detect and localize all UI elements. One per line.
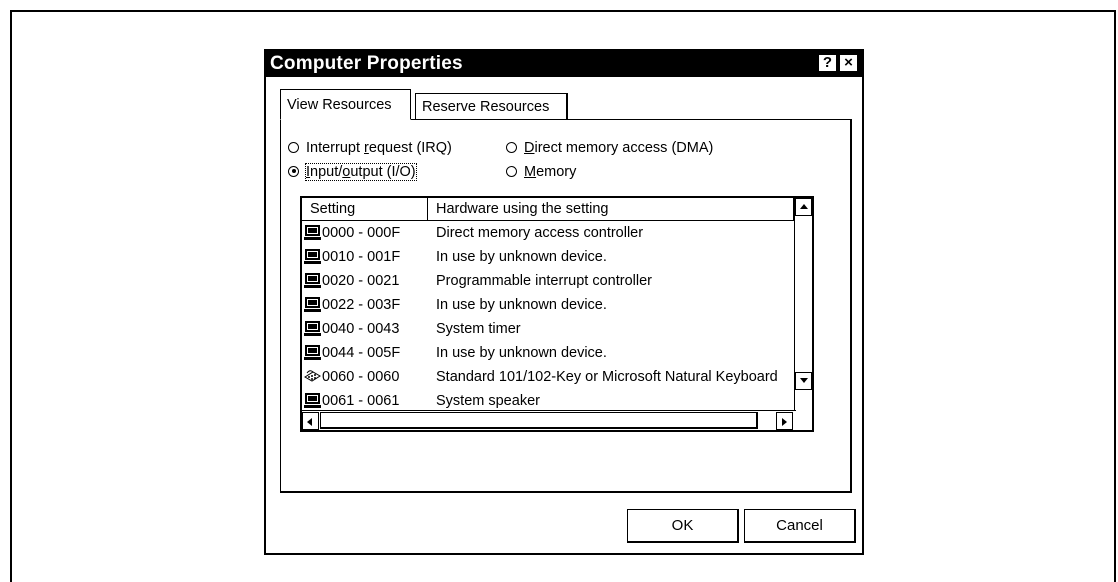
arrow-left-icon [307, 418, 312, 426]
list-item[interactable]: 0020 - 0021 Programmable interrupt contro… [302, 269, 794, 293]
computer-icon [304, 248, 321, 265]
computer-icon [304, 392, 321, 409]
radio-memory[interactable]: Memory [506, 162, 576, 182]
radio-dma[interactable]: Direct memory access (DMA) [506, 138, 713, 158]
hardware-value: In use by unknown device. [436, 297, 607, 313]
computer-icon [304, 272, 321, 289]
arrow-down-icon [800, 378, 808, 383]
horizontal-scrollbar[interactable] [302, 410, 796, 430]
computer-icon [304, 296, 321, 313]
scroll-right-button[interactable] [776, 412, 793, 430]
hardware-value: System timer [436, 321, 521, 337]
hardware-value: In use by unknown device. [436, 249, 607, 265]
radio-memory-indicator[interactable] [506, 165, 517, 177]
setting-value: 0040 - 0043 [322, 321, 400, 337]
tab-reserve-resources[interactable]: Reserve Resources [415, 93, 568, 119]
list-item[interactable]: 0060 - 0060 Standard 101/102-Key or Micro… [302, 365, 794, 389]
setting-value: 0060 - 0060 [322, 369, 400, 385]
hardware-value: System speaker [436, 393, 540, 409]
list-header: Setting Hardware using the setting [302, 198, 794, 221]
tab-view-resources[interactable]: View Resources [280, 89, 411, 120]
setting-value: 0044 - 005F [322, 345, 401, 361]
radio-irq-indicator[interactable] [288, 141, 299, 153]
cancel-button[interactable]: Cancel [744, 509, 856, 543]
computer-icon [304, 320, 321, 337]
scroll-up-button[interactable] [795, 198, 812, 216]
list-rows: 0000 - 000F Direct memory access controll… [302, 221, 794, 410]
title-bar[interactable]: Computer Properties ? × [266, 51, 862, 77]
hardware-value: Programmable interrupt controller [436, 273, 652, 289]
radio-irq-label: Interrupt request (IRQ) [306, 140, 452, 156]
radio-io-indicator[interactable] [288, 165, 299, 177]
column-header-hardware[interactable]: Hardware using the setting [428, 198, 794, 220]
list-item[interactable]: 0010 - 001F In use by unknown device. [302, 245, 794, 269]
list-item[interactable]: 0061 - 0061 System speaker [302, 389, 794, 410]
help-button[interactable]: ? [818, 54, 837, 72]
column-header-setting[interactable]: Setting [302, 198, 428, 220]
list-item[interactable]: 0040 - 0043 System timer [302, 317, 794, 341]
close-button[interactable]: × [839, 54, 858, 72]
radio-memory-label: Memory [524, 164, 577, 180]
setting-value: 0010 - 001F [322, 249, 401, 265]
radio-io[interactable]: Input/output (I/O) [288, 162, 417, 182]
ok-button[interactable]: OK [627, 509, 739, 543]
scroll-down-button[interactable] [795, 372, 812, 390]
hardware-value: Standard 101/102-Key or Microsoft Natura… [436, 369, 778, 385]
vertical-scrollbar[interactable] [794, 198, 812, 410]
radio-irq[interactable]: Interrupt request (IRQ) [288, 138, 452, 158]
arrow-up-icon [800, 204, 808, 209]
list-item[interactable]: 0044 - 005F In use by unknown device. [302, 341, 794, 365]
computer-properties-dialog: Computer Properties ? × View Resources R… [264, 49, 864, 555]
radio-io-label: Input/output (I/O) [305, 163, 417, 181]
computer-icon [304, 344, 321, 361]
radio-dma-label: Direct memory access (DMA) [524, 140, 714, 156]
scroll-thumb[interactable] [320, 412, 758, 429]
list-item[interactable]: 0022 - 003F In use by unknown device. [302, 293, 794, 317]
setting-value: 0020 - 0021 [322, 273, 400, 289]
hardware-value: In use by unknown device. [436, 345, 607, 361]
setting-value: 0061 - 0061 [322, 393, 400, 409]
scroll-left-button[interactable] [302, 412, 319, 430]
keyboard-icon [304, 368, 321, 385]
arrow-right-icon [782, 418, 787, 426]
setting-value: 0000 - 000F [322, 225, 401, 241]
list-item[interactable]: 0000 - 000F Direct memory access controll… [302, 221, 794, 245]
dialog-title: Computer Properties [270, 53, 463, 74]
radio-dma-indicator[interactable] [506, 141, 517, 153]
setting-value: 0022 - 003F [322, 297, 401, 313]
computer-icon [304, 224, 321, 241]
hardware-value: Direct memory access controller [436, 225, 644, 241]
resource-list[interactable]: Setting Hardware using the setting 0000 … [300, 196, 814, 432]
